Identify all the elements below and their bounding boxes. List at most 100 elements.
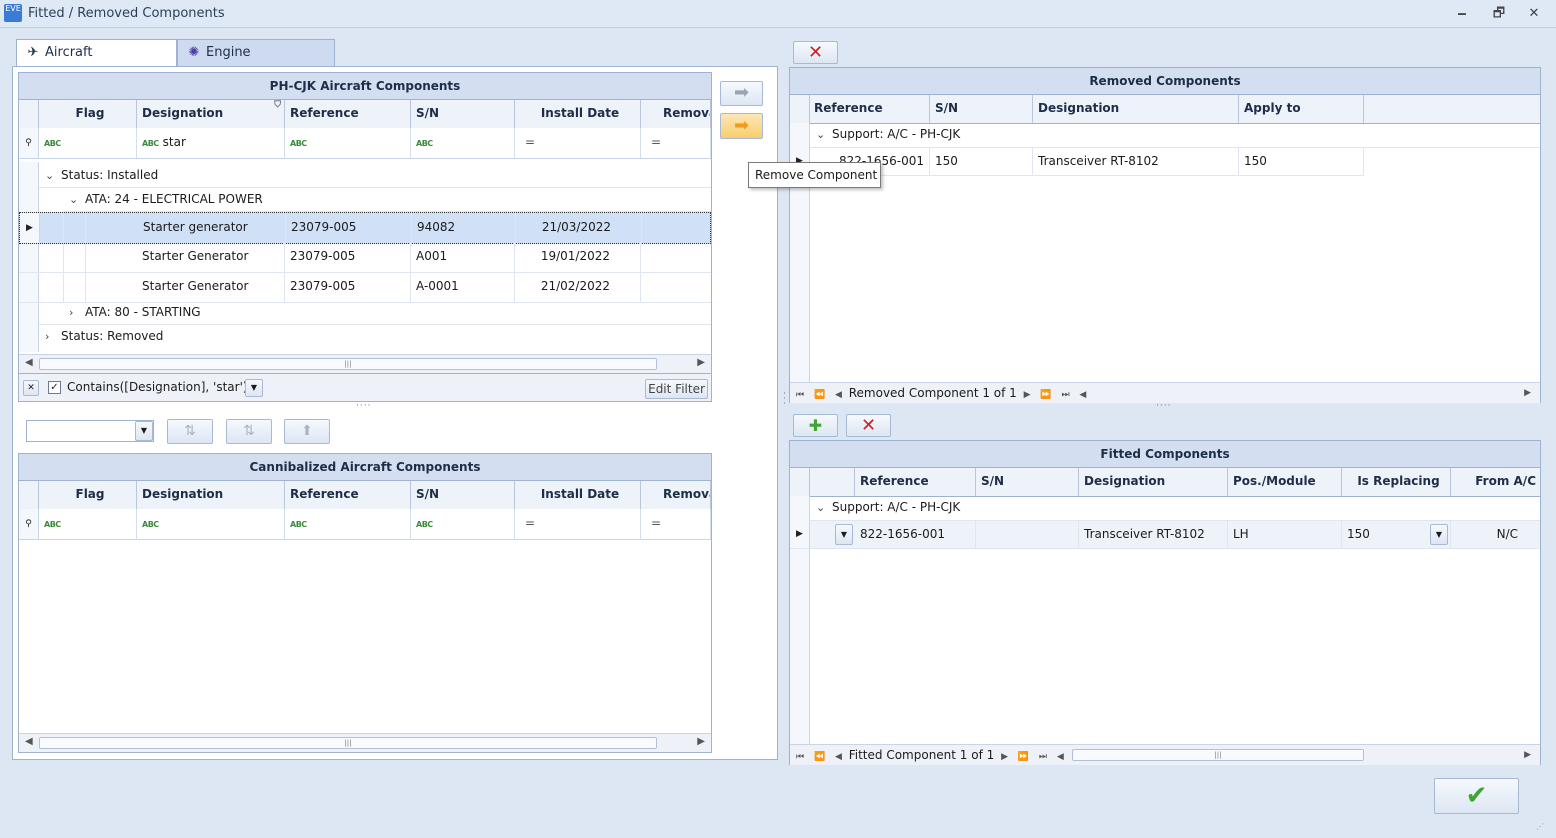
header-reference[interactable]: Reference (855, 468, 976, 496)
minimize-button[interactable]: 🗕 (1451, 4, 1473, 24)
header-flag[interactable]: Flag (39, 100, 137, 128)
chevron-down-icon[interactable]: ⌄ (816, 128, 832, 141)
filter-history-dropdown[interactable]: ▼ (245, 379, 263, 397)
header-install-date[interactable]: Install Date (515, 100, 641, 128)
splitter-grip[interactable]: ···· (1156, 401, 1171, 411)
header-apply-to[interactable]: Apply to (1239, 95, 1364, 123)
group-status-installed[interactable]: ⌄ Status: Installed (45, 168, 158, 182)
scroll-thumb[interactable]: ||| (1072, 749, 1364, 761)
chevron-right-icon[interactable]: › (45, 330, 61, 343)
chevron-down-icon[interactable]: ⌄ (69, 193, 85, 206)
chevron-right-icon[interactable]: › (69, 306, 85, 319)
edit-filter-button[interactable]: Edit Filter (645, 379, 708, 399)
table-row[interactable]: Starter Generator 23079-005 A-0001 21/02… (19, 272, 711, 303)
group-support-ac[interactable]: ⌄ Support: A/C - PH-CJK (816, 127, 960, 141)
filter-reference-cell[interactable]: ABC (285, 509, 411, 539)
filter-designation-cell[interactable]: ABC (137, 509, 285, 539)
splitter-grip[interactable]: ···· (356, 401, 371, 411)
header-sn[interactable]: S/N (411, 481, 515, 509)
chevron-down-icon[interactable]: ⌄ (45, 169, 61, 182)
delete-fitted-button[interactable]: ✕ (846, 414, 891, 437)
chevron-down-icon[interactable]: ⌄ (816, 501, 832, 514)
tab-engine-components[interactable]: ✺Engine Components (177, 39, 335, 86)
cell-is-replacing[interactable]: 150 ▼ (1342, 521, 1451, 548)
delete-removed-button[interactable]: ✕ (793, 41, 838, 64)
filter-flag-cell[interactable]: ABC (39, 509, 137, 539)
is-replacing-dropdown[interactable]: ▼ (1430, 524, 1448, 545)
swap-button[interactable]: ⇅ (226, 419, 272, 444)
header-reference[interactable]: Reference (285, 481, 411, 509)
last-record-icon[interactable]: ⏭ (1061, 385, 1069, 405)
table-row[interactable]: Starter Generator 23079-005 A001 19/01/2… (19, 242, 711, 273)
header-sn[interactable]: S/N (976, 468, 1079, 496)
next-record-icon[interactable]: ▶ (1024, 385, 1031, 405)
prev-page-icon[interactable]: ⏪ (814, 747, 825, 767)
header-flag[interactable]: Flag (39, 481, 137, 509)
filter-enabled-checkbox[interactable]: ✓ (48, 381, 61, 394)
header-designation[interactable]: Designation ⛉ (137, 100, 285, 128)
resize-grip[interactable]: ⋰ (1536, 822, 1544, 831)
remove-component-arrow-button[interactable]: ➡ (720, 113, 763, 139)
scroll-right-icon[interactable]: ▶ (1524, 383, 1531, 403)
filter-sn-cell[interactable]: ABC (411, 509, 515, 539)
maximize-button[interactable]: 🗗 (1488, 4, 1510, 24)
filter-designation-cell[interactable]: ABC star (137, 128, 285, 158)
scroll-left-icon[interactable]: ◀ (1057, 747, 1064, 767)
cell-sn[interactable] (976, 521, 1079, 548)
filter-flag-cell[interactable]: ABC (39, 128, 137, 158)
header-designation[interactable]: Designation (137, 481, 285, 509)
last-record-icon[interactable]: ⏭ (1039, 747, 1047, 767)
move-target-dropdown[interactable]: ▼ (26, 420, 154, 442)
next-record-icon[interactable]: ▶ (1001, 747, 1008, 767)
add-component-arrow-button[interactable]: ➡ (720, 81, 763, 106)
group-ata-80[interactable]: › ATA: 80 - STARTING (69, 305, 201, 319)
scroll-right-icon[interactable]: ▶ (1524, 745, 1531, 765)
scroll-left-icon[interactable]: ◀ (1079, 385, 1086, 405)
confirm-button[interactable]: ✔ (1434, 778, 1519, 814)
group-status-removed[interactable]: › Status: Removed (45, 329, 163, 343)
first-record-icon[interactable]: ⏮ (796, 385, 804, 405)
cell-pos-module[interactable]: LH (1228, 521, 1342, 548)
chevron-down-icon[interactable]: ▼ (135, 421, 153, 441)
prev-record-icon[interactable]: ◀ (835, 747, 842, 767)
filter-icon[interactable]: ⛉ (274, 100, 281, 118)
close-window-button[interactable]: ✕ (1523, 4, 1545, 24)
group-support-ac[interactable]: ⌄ Support: A/C - PH-CJK (816, 500, 960, 514)
horizontal-scrollbar[interactable]: ◀ ||| ▶ (19, 733, 711, 752)
horizontal-scrollbar[interactable]: ◀ ||| ▶ (19, 354, 711, 373)
scroll-thumb[interactable]: ||| (39, 737, 657, 749)
scroll-right-icon[interactable]: ▶ (697, 357, 705, 368)
header-sn[interactable]: S/N (411, 100, 515, 128)
add-fitted-button[interactable]: ✚ (793, 414, 838, 437)
clear-filter-button[interactable]: ✕ (23, 380, 39, 396)
header-designation[interactable]: Designation (1079, 468, 1228, 496)
prev-record-icon[interactable]: ◀ (835, 385, 842, 405)
move-up-button[interactable]: ⬆ (284, 419, 330, 444)
move-up-down-button[interactable]: ⇅ (167, 419, 213, 444)
first-record-icon[interactable]: ⏮ (796, 747, 804, 767)
header-designation[interactable]: Designation (1033, 95, 1239, 123)
next-page-icon[interactable]: ⏩ (1040, 385, 1051, 405)
scroll-left-icon[interactable]: ◀ (25, 357, 33, 368)
scroll-thumb[interactable]: ||| (39, 358, 657, 370)
filter-removal-date-cell[interactable]: = (641, 128, 711, 158)
scroll-left-icon[interactable]: ◀ (25, 736, 33, 747)
table-row[interactable]: ▶ Starter generator 23079-005 94082 21/0… (19, 212, 711, 244)
header-reference[interactable]: Reference (285, 100, 411, 128)
filter-install-date-cell[interactable]: = (515, 128, 641, 158)
header-is-replacing[interactable]: Is Replacing (1342, 468, 1451, 496)
tab-aircraft-components[interactable]: ✈Aircraft Components (16, 39, 177, 86)
vertical-splitter-grip[interactable]: · · · (783, 390, 786, 409)
header-reference[interactable]: Reference (810, 95, 930, 123)
table-row[interactable]: ▶ ▼ 822-1656-001 Transceiver RT-8102 LH … (790, 521, 1540, 549)
scroll-right-icon[interactable]: ▶ (697, 736, 705, 747)
detail-dropdown-button[interactable]: ▼ (835, 524, 853, 545)
header-pos-module[interactable]: Pos./Module (1228, 468, 1342, 496)
header-from-ac[interactable]: From A/C (1451, 468, 1540, 496)
header-removal-date[interactable]: Removal Da (641, 100, 711, 128)
filter-sn-cell[interactable]: ABC (411, 128, 515, 158)
filter-install-date-cell[interactable]: = (515, 509, 641, 539)
header-sn[interactable]: S/N (930, 95, 1033, 123)
group-ata-24[interactable]: ⌄ ATA: 24 - ELECTRICAL POWER (69, 192, 263, 206)
prev-page-icon[interactable]: ⏪ (814, 385, 825, 405)
